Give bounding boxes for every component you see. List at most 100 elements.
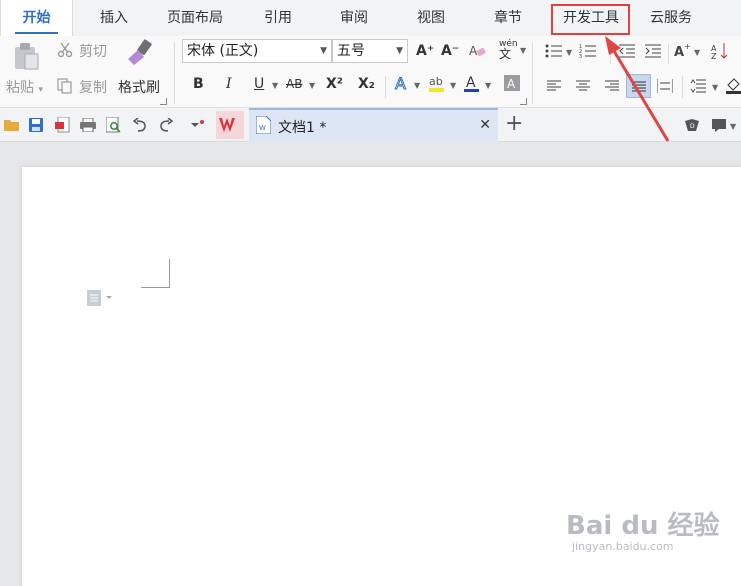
tab-cloud-service[interactable]: 云服务 (640, 0, 702, 36)
chevron-down-icon[interactable]: ▼ (730, 122, 736, 131)
highlight-color-icon[interactable]: ab (428, 73, 446, 93)
tab-view[interactable]: 视图 (403, 0, 459, 36)
undo-icon[interactable] (133, 118, 147, 132)
feedback-icon[interactable] (712, 119, 728, 132)
print-preview-icon[interactable] (106, 117, 121, 133)
sort-icon[interactable]: A Z (711, 42, 729, 60)
ribbon-separator (682, 76, 683, 98)
baidu-watermark-url: jingyan.baidu.com (572, 540, 674, 553)
tab-sections[interactable]: 章节 (480, 0, 536, 36)
distributed-align-icon[interactable] (657, 79, 673, 93)
format-painter-button[interactable]: 格式刷 (118, 77, 160, 97)
align-center-icon[interactable] (576, 80, 590, 92)
new-tab-plus-icon[interactable]: + (505, 112, 523, 136)
tab-home[interactable]: 开始 (0, 0, 73, 36)
font-size-select[interactable]: 五号 ▼ (332, 39, 408, 63)
tab-page-layout[interactable]: 页面布局 (156, 0, 234, 36)
paste-options-icon[interactable] (87, 290, 117, 306)
chevron-down-icon[interactable]: ▼ (694, 48, 700, 57)
chevron-down-icon: ▼ (396, 46, 403, 56)
align-right-icon[interactable] (605, 80, 619, 92)
quick-access-toolbar: W 文档1 * ✕ + D ▼ (0, 108, 741, 142)
numbered-list-icon[interactable]: 1 2 3 (579, 44, 597, 58)
font-color-icon[interactable]: A (463, 73, 481, 93)
ribbon-separator (610, 44, 611, 64)
ribbon-separator (385, 76, 386, 98)
character-shading-icon[interactable]: A (504, 75, 520, 91)
ribbon-tab-bar: 开始 插入 页面布局 引用 审阅 视图 章节 开发工具 云服务 (0, 0, 741, 36)
svg-text:A: A (466, 75, 476, 91)
document-icon: W (256, 116, 271, 134)
svg-text:D: D (690, 123, 695, 130)
paste-icon[interactable] (12, 41, 40, 71)
chevron-down-icon[interactable]: ▼ (414, 81, 420, 90)
svg-text:A: A (507, 77, 516, 91)
wps-home-tab[interactable] (216, 111, 244, 139)
document-tab[interactable]: W 文档1 * ✕ (249, 108, 498, 142)
align-left-icon[interactable] (547, 80, 561, 92)
paste-label: 粘贴 (6, 80, 34, 96)
tab-references[interactable]: 引用 (250, 0, 306, 36)
chevron-down-icon[interactable]: ▼ (566, 48, 572, 57)
close-icon[interactable]: ✕ (479, 117, 491, 133)
format-painter-icon[interactable] (125, 39, 155, 67)
svg-text:A: A (469, 44, 478, 58)
skin-theme-icon[interactable]: D (685, 119, 699, 132)
tab-review[interactable]: 审阅 (326, 0, 382, 36)
clipboard-dialog-launcher[interactable] (160, 98, 167, 105)
ribbon-separator (174, 42, 175, 104)
font-dialog-launcher[interactable] (520, 98, 527, 105)
cut-button[interactable]: 剪切 (79, 41, 107, 61)
align-justify-icon (632, 81, 646, 92)
underline-button[interactable]: U (254, 74, 264, 94)
decrease-indent-icon[interactable] (619, 44, 635, 58)
svg-text:A: A (395, 74, 406, 93)
strikethrough-button[interactable]: AB (286, 74, 302, 94)
grow-font-button[interactable]: A⁺ (416, 41, 434, 61)
bullet-list-icon[interactable] (545, 44, 563, 58)
chevron-down-icon: ▼ (320, 46, 327, 56)
customize-toolbar-icon[interactable] (190, 119, 206, 131)
font-size-value: 五号 (337, 43, 365, 59)
svg-text:Z: Z (711, 52, 717, 60)
justify-button[interactable] (626, 74, 651, 98)
page-margin-corner-mark (141, 259, 170, 288)
svg-text:A: A (674, 45, 684, 60)
chevron-down-icon[interactable]: ▼ (450, 81, 456, 90)
copy-button[interactable]: 复制 (79, 77, 107, 97)
print-icon[interactable] (80, 118, 96, 132)
chevron-down-icon[interactable]: ▼ (309, 81, 315, 90)
pinyin-guide-button[interactable]: wén 文 (499, 39, 518, 61)
shrink-font-button[interactable]: A⁻ (441, 41, 459, 61)
scissors-icon (57, 42, 73, 58)
tab-insert[interactable]: 插入 (86, 0, 142, 36)
font-family-select[interactable]: 宋体 (正文) ▼ (182, 39, 332, 63)
redo-icon[interactable] (159, 118, 173, 132)
svg-text:W: W (259, 124, 266, 132)
chevron-down-icon[interactable]: ▼ (272, 81, 278, 90)
italic-button[interactable]: I (226, 74, 232, 94)
developer-tab-highlight-box (551, 4, 630, 35)
subscript-button[interactable]: X₂ (358, 74, 375, 94)
save-icon[interactable] (29, 118, 43, 132)
text-effect-icon[interactable]: A (394, 74, 412, 94)
shading-icon[interactable] (726, 77, 741, 95)
line-spacing-icon[interactable] (690, 79, 706, 93)
chevron-down-icon[interactable]: ▼ (485, 81, 491, 90)
chevron-down-icon[interactable]: ▼ (712, 83, 718, 92)
svg-text:ab: ab (429, 75, 443, 88)
ribbon-home-panel: 粘贴 ▾ 剪切 复制 格式刷 宋体 (正文) ▼ 五号 ▼ A⁺ A⁻ A wé… (0, 36, 741, 108)
paste-button[interactable]: 粘贴 ▾ (6, 77, 43, 97)
text-direction-icon[interactable]: A + (674, 42, 692, 60)
document-tab-title: 文档1 * (278, 120, 327, 136)
clear-format-icon[interactable]: A (469, 43, 487, 59)
open-folder-icon[interactable] (4, 119, 20, 132)
superscript-button[interactable]: X² (326, 74, 343, 94)
export-pdf-icon[interactable] (55, 117, 71, 133)
increase-indent-icon[interactable] (645, 44, 661, 58)
copy-icon (57, 78, 72, 94)
ribbon-separator (532, 42, 533, 104)
svg-text:+: + (684, 42, 691, 51)
bold-button[interactable]: B (193, 74, 204, 94)
chevron-down-icon[interactable]: ▼ (520, 46, 526, 55)
